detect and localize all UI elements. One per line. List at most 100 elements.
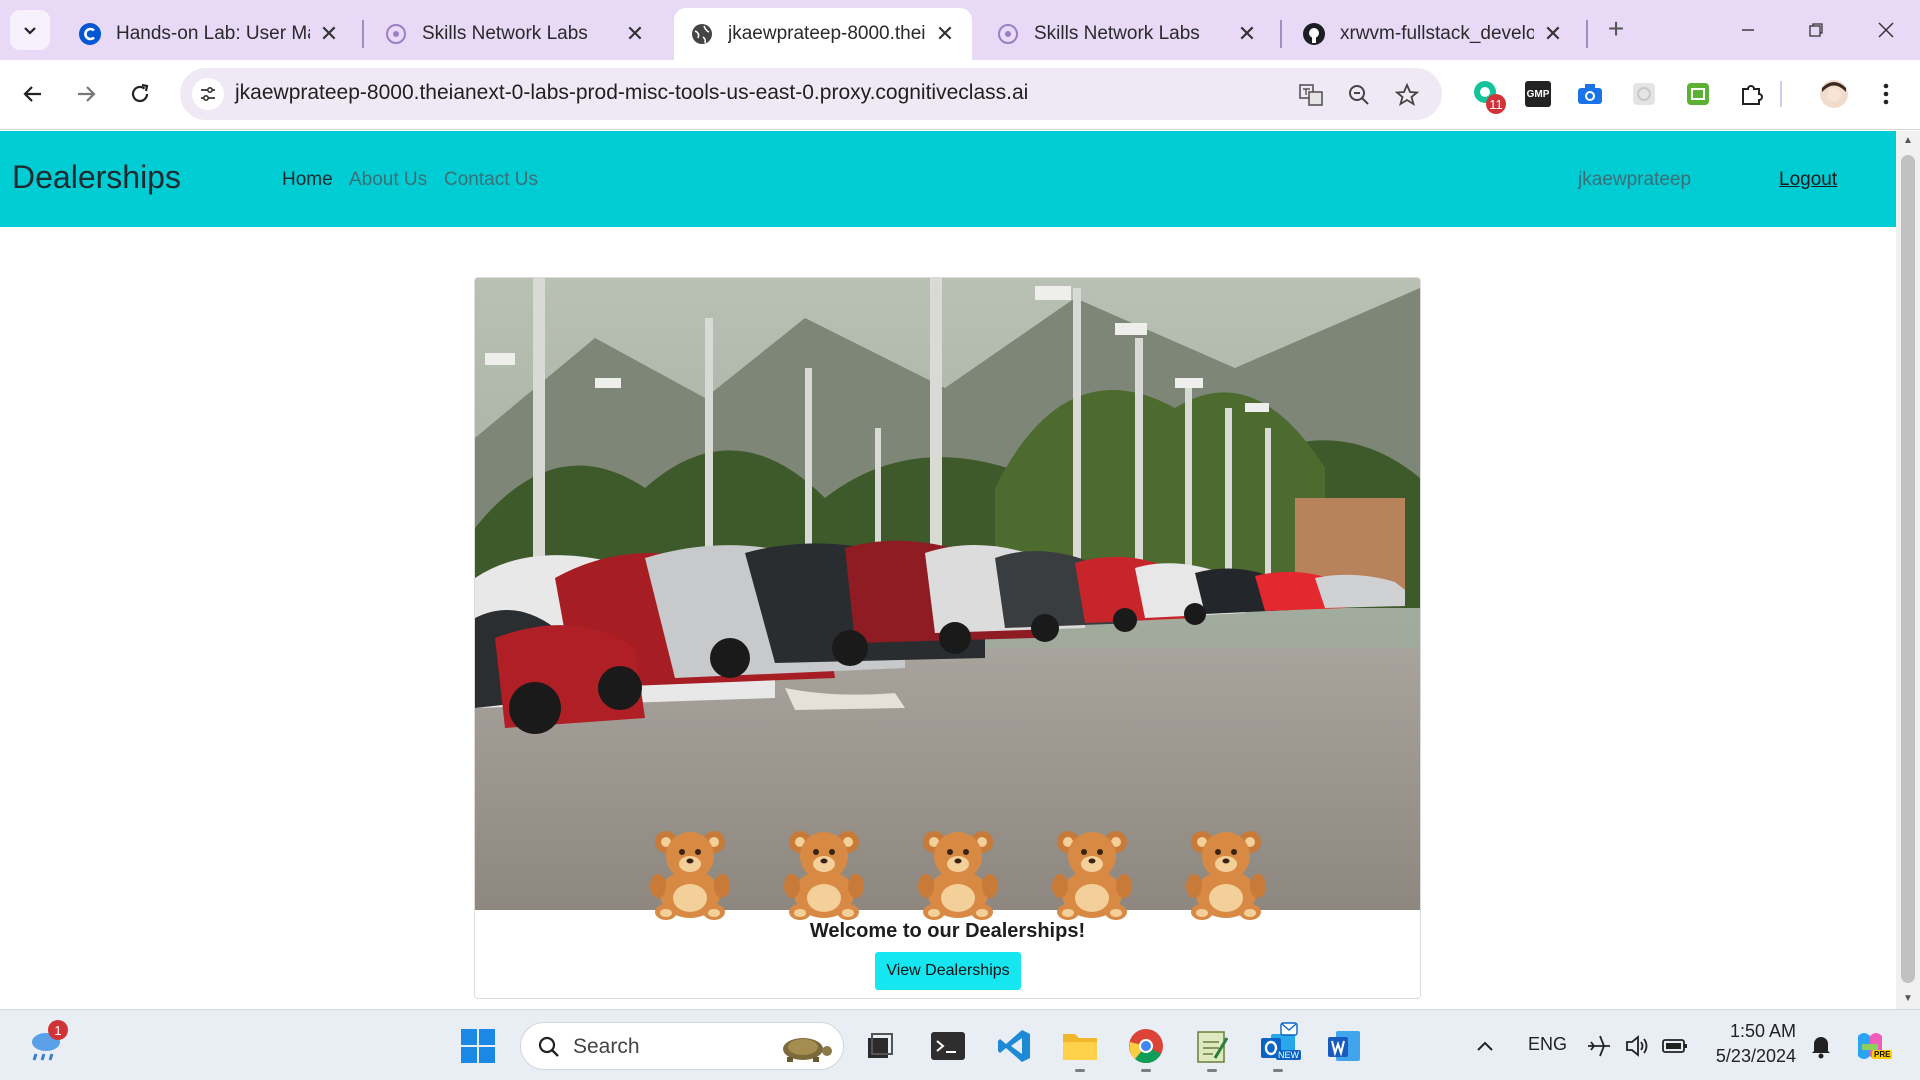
extension-gmp-icon[interactable]: GMP: [1522, 78, 1554, 110]
translate-icon[interactable]: [1296, 80, 1326, 110]
running-indicator: [1207, 1069, 1217, 1072]
browser-toolbar: jkaewprateep-8000.theianext-0-labs-prod-…: [0, 60, 1920, 130]
extension-faded-icon[interactable]: [1628, 78, 1660, 110]
show-hidden-icons-button[interactable]: [1470, 1026, 1500, 1066]
vscode-icon: [998, 1030, 1030, 1062]
tab-hands-on-lab[interactable]: Hands-on Lab: User Mana ✕: [62, 8, 356, 60]
extension-grammar-icon[interactable]: 11: [1470, 78, 1506, 114]
clock-time[interactable]: 1:50 AM: [1726, 1021, 1796, 1042]
notepad-app[interactable]: [1192, 1026, 1232, 1066]
close-icon: [1878, 22, 1894, 38]
search-icon: [538, 1036, 559, 1057]
profile-avatar[interactable]: [1818, 78, 1850, 110]
new-tab-button[interactable]: +: [1600, 14, 1632, 46]
word-app[interactable]: [1324, 1026, 1364, 1066]
battery-icon[interactable]: [1660, 1026, 1690, 1066]
back-button[interactable]: [13, 74, 53, 114]
tab-title: Skills Network Labs: [1034, 23, 1200, 44]
close-window-button[interactable]: [1866, 12, 1906, 48]
chevron-down-icon: [24, 27, 36, 35]
chrome-app[interactable]: [1126, 1026, 1166, 1066]
globe-icon: [690, 22, 714, 46]
tab-close-icon[interactable]: ✕: [1236, 21, 1258, 47]
extension-sheets-icon[interactable]: [1682, 78, 1714, 110]
toolbar-divider: [1780, 81, 1782, 107]
github-icon: [1302, 22, 1326, 46]
browser-menu-button[interactable]: [1870, 78, 1902, 110]
view-dealerships-button[interactable]: View Dealerships: [875, 952, 1021, 990]
arrow-left-icon: [23, 86, 41, 102]
search-label: Search: [573, 1035, 640, 1058]
nav-contact-link[interactable]: Contact Us: [444, 169, 538, 191]
task-view-button[interactable]: [860, 1026, 900, 1066]
forward-button[interactable]: [66, 74, 106, 114]
zoom-icon[interactable]: [1344, 80, 1374, 110]
tab-separator: [1280, 20, 1282, 48]
terminal-app[interactable]: [928, 1026, 968, 1066]
restore-button[interactable]: [1796, 12, 1836, 48]
tab-close-icon[interactable]: ✕: [318, 21, 340, 47]
notepad-icon: [1197, 1031, 1229, 1063]
scroll-up-icon[interactable]: ▲: [1902, 135, 1914, 146]
tab-title: Skills Network Labs: [422, 23, 588, 44]
minimize-button[interactable]: [1728, 12, 1768, 48]
running-indicator: [1273, 1069, 1283, 1072]
reload-button[interactable]: [120, 74, 160, 114]
file-explorer-app[interactable]: [1060, 1026, 1100, 1066]
volume-icon[interactable]: [1622, 1026, 1652, 1066]
weather-widget[interactable]: 1: [26, 1020, 68, 1066]
task-view-icon: [868, 1033, 893, 1058]
airplane-mode-icon[interactable]: [1584, 1026, 1614, 1066]
running-indicator: [1075, 1069, 1085, 1072]
scroll-thumb[interactable]: [1901, 155, 1915, 983]
tab-github-repo[interactable]: xrwvm-fullstack_develop ✕: [1286, 8, 1580, 60]
site-info-button[interactable]: [192, 78, 224, 110]
logout-link[interactable]: Logout: [1779, 169, 1837, 191]
tab-skills-network-2[interactable]: Skills Network Labs ✕: [980, 8, 1274, 60]
teddy-bear-icon: [650, 831, 730, 920]
windows-taskbar: 1 Search NEW ENG 1:50 AM 5/23/2024 PRE: [0, 1009, 1920, 1080]
notifications-bell-icon[interactable]: [1806, 1026, 1836, 1066]
tab-close-icon[interactable]: ✕: [624, 21, 646, 47]
brand-title[interactable]: Dealerships: [12, 159, 181, 196]
clock-date[interactable]: 5/23/2024: [1708, 1046, 1796, 1067]
tune-icon: [201, 86, 215, 102]
language-indicator[interactable]: ENG: [1528, 1034, 1567, 1055]
gmp-label: GMP: [1525, 81, 1551, 107]
scroll-down-icon[interactable]: ▼: [1902, 993, 1914, 1004]
teddy-bear-icon: [1186, 831, 1266, 920]
extension-badge: 11: [1486, 94, 1506, 114]
copilot-button[interactable]: PRE: [1850, 1026, 1893, 1066]
teddy-bear-icon: [918, 831, 998, 920]
vscode-app[interactable]: [994, 1026, 1034, 1066]
restore-icon: [1809, 23, 1823, 37]
tab-close-icon[interactable]: ✕: [1542, 21, 1564, 47]
nav-about-link[interactable]: About Us: [349, 169, 427, 191]
word-icon: [1328, 1031, 1360, 1061]
outlook-app[interactable]: NEW: [1258, 1022, 1301, 1066]
tab-active-dealerships[interactable]: jkaewprateep-8000.theia ✕: [674, 8, 972, 60]
teddy-bear-icon: [784, 831, 864, 920]
page-scrollbar[interactable]: ▲ ▼: [1896, 131, 1920, 1009]
arrow-right-icon: [78, 86, 96, 102]
start-button[interactable]: [458, 1026, 498, 1066]
extension-camera-icon[interactable]: [1574, 78, 1606, 110]
tab-search-button[interactable]: [10, 10, 50, 50]
taskbar-search[interactable]: Search: [520, 1022, 844, 1070]
skills-network-icon: [996, 22, 1020, 46]
extensions-puzzle-icon[interactable]: [1736, 78, 1768, 110]
reload-icon: [131, 83, 149, 103]
site-navbar: Dealerships Home About Us Contact Us jka…: [0, 131, 1896, 227]
tab-close-icon[interactable]: ✕: [934, 21, 956, 47]
tab-title: jkaewprateep-8000.theia: [728, 23, 926, 44]
browser-tabstrip: Hands-on Lab: User Mana ✕ Skills Network…: [0, 0, 1920, 60]
url-text[interactable]: jkaewprateep-8000.theianext-0-labs-prod-…: [235, 81, 1028, 105]
nav-home-link[interactable]: Home: [282, 169, 333, 191]
tab-skills-network-1[interactable]: Skills Network Labs ✕: [368, 8, 662, 60]
bookmark-star-icon[interactable]: [1392, 80, 1422, 110]
weather-badge: 1: [48, 1020, 68, 1040]
teddy-bear-icon: [1052, 831, 1132, 920]
address-bar[interactable]: jkaewprateep-8000.theianext-0-labs-prod-…: [180, 68, 1442, 120]
copilot-preview-badge: PRE: [1872, 1050, 1893, 1059]
outlook-new-badge: NEW: [1276, 1050, 1301, 1060]
